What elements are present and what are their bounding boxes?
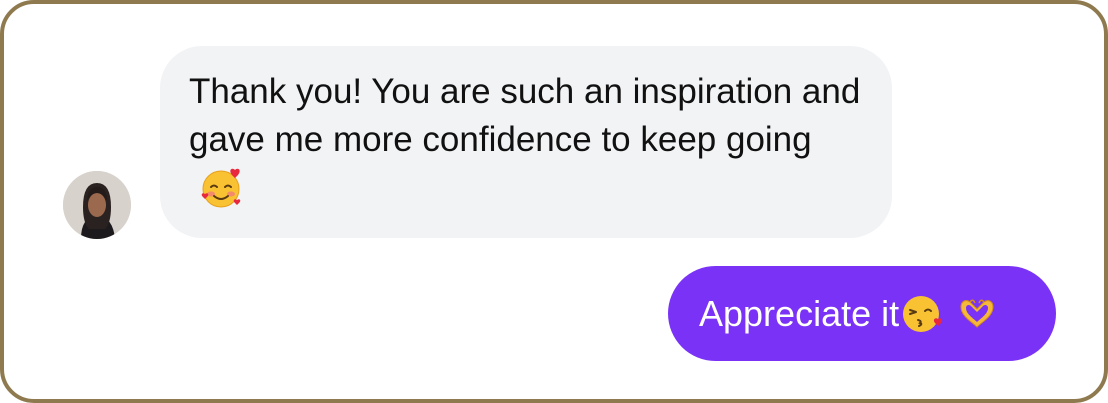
heart-hands-icon: [955, 294, 999, 334]
avatar[interactable]: [63, 171, 131, 239]
avatar-image: [63, 171, 131, 239]
incoming-message-text: Thank you! You are such an inspiration a…: [189, 72, 861, 159]
incoming-message-bubble[interactable]: Thank you! You are such an inspiration a…: [160, 46, 892, 238]
outgoing-message-bubble[interactable]: Appreciate it: [668, 266, 1056, 361]
chat-frame: Thank you! You are such an inspiration a…: [0, 0, 1108, 403]
smiling-face-with-hearts-icon: [199, 166, 245, 210]
face-blowing-a-kiss-icon: [901, 293, 947, 335]
outgoing-message-text: Appreciate it: [699, 293, 900, 334]
